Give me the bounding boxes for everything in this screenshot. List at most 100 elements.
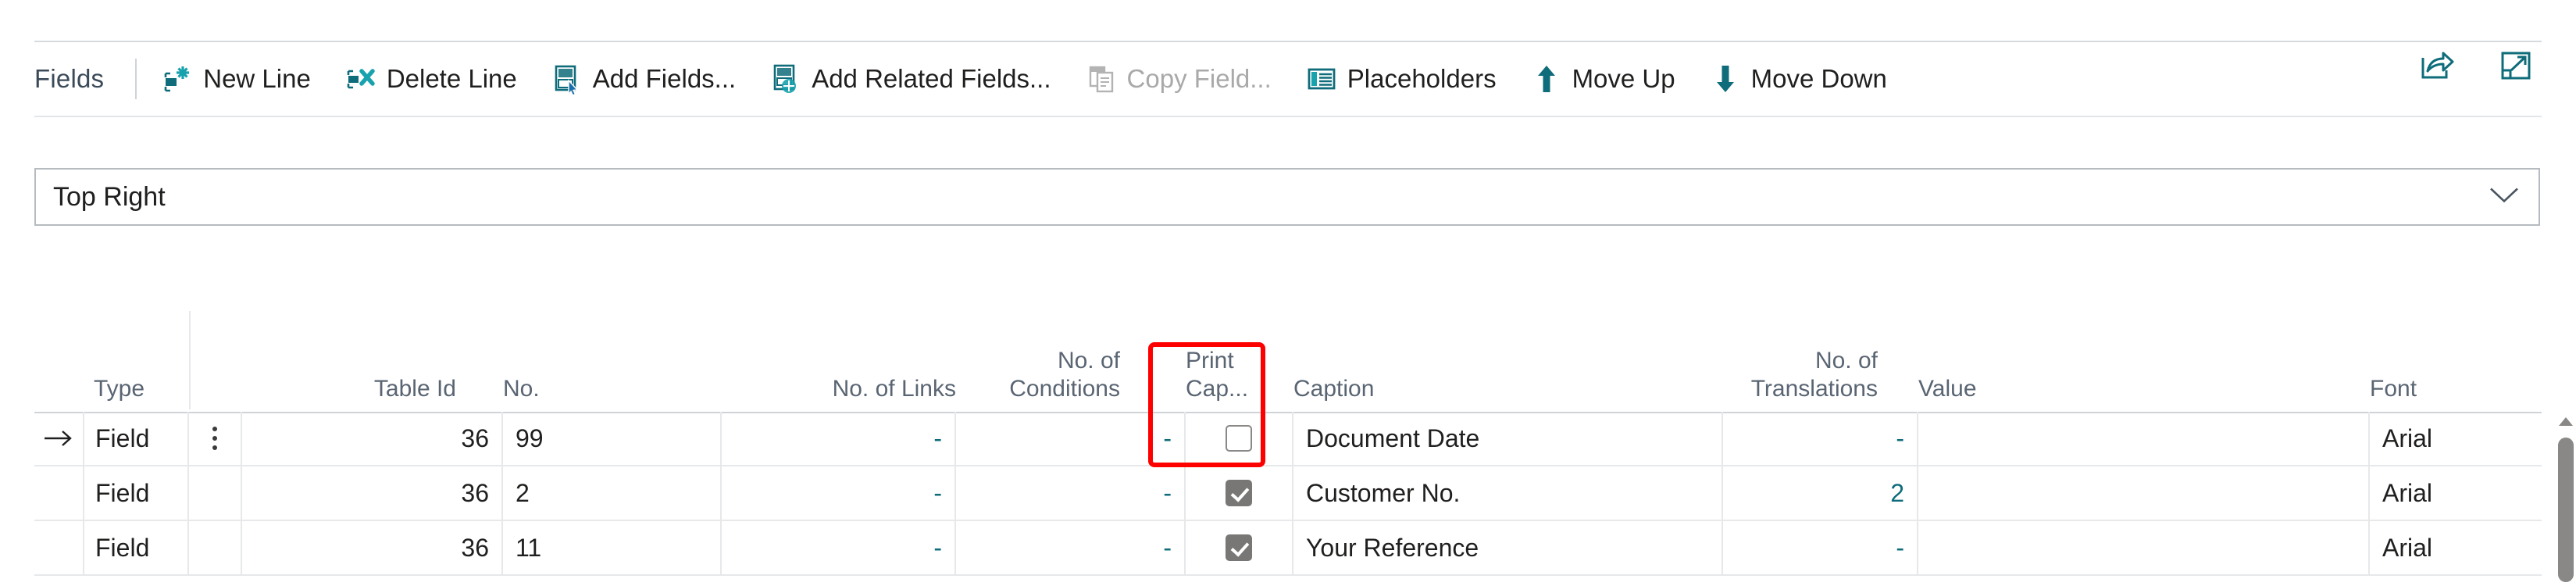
column-header-no-of-conditions-line2: Conditions — [1009, 376, 1120, 402]
add-fields-button[interactable]: Add Fields... — [536, 59, 751, 99]
cell-caption[interactable]: Your Reference — [1293, 521, 1723, 574]
cell-table-id[interactable]: 36 — [242, 412, 503, 465]
column-header-no-of-translations-line1: No. of — [1814, 347, 1878, 373]
delete-line-icon — [345, 63, 376, 95]
column-header-no[interactable]: No. — [503, 375, 597, 404]
move-down-button[interactable]: Move Down — [1694, 59, 1903, 99]
row-menu-button[interactable] — [189, 466, 242, 520]
add-related-fields-label: Add Related Fields... — [812, 64, 1051, 93]
cell-no-of-translations-value: - — [1896, 423, 1904, 452]
column-header-print-caption[interactable]: Print Cap... — [1186, 347, 1287, 404]
cell-no-of-translations[interactable]: 2 — [1723, 466, 1918, 520]
cell-caption[interactable]: Customer No. — [1293, 466, 1723, 520]
cell-no-of-links-value: - — [933, 423, 942, 452]
column-header-no-of-translations[interactable]: No. of Translations — [1597, 347, 1878, 404]
column-header-print-caption-line1: Print — [1186, 347, 1234, 373]
cell-table-id[interactable]: 36 — [242, 466, 503, 520]
cell-print-caption[interactable] — [1186, 466, 1293, 520]
scrollbar-thumb[interactable] — [2558, 438, 2574, 582]
arrow-up-icon — [1531, 63, 1562, 95]
cell-font[interactable]: Arial — [2370, 412, 2576, 465]
toolbar-separator — [135, 59, 137, 99]
cell-no-of-links-value: - — [933, 478, 942, 507]
table-row[interactable]: Field 36 11 - - Your Reference - Arial — [34, 521, 2542, 576]
cell-no-of-conditions[interactable]: - — [956, 521, 1186, 574]
cell-no-of-links[interactable]: - — [722, 521, 956, 574]
section-select-value: Top Right — [53, 181, 166, 212]
copy-field-icon — [1086, 63, 1117, 95]
new-line-icon — [162, 63, 193, 95]
move-up-label: Move Up — [1572, 64, 1675, 93]
row-menu-button[interactable] — [189, 412, 242, 465]
column-header-table-id[interactable]: Table Id — [316, 375, 456, 404]
delete-line-label: Delete Line — [386, 64, 517, 93]
cell-print-caption[interactable] — [1186, 412, 1293, 465]
table-row[interactable]: Field 36 2 - - Customer No. 2 Arial — [34, 466, 2542, 521]
copy-field-label: Copy Field... — [1126, 64, 1272, 93]
kebab-menu-icon — [212, 427, 217, 450]
column-header-caption[interactable]: Caption — [1293, 375, 1528, 404]
cell-font[interactable]: Arial — [2370, 521, 2576, 574]
cell-type[interactable]: Field — [83, 521, 189, 574]
section-select[interactable]: Top Right — [34, 168, 2540, 226]
cell-no-of-translations[interactable]: - — [1723, 412, 1918, 465]
table-row[interactable]: Field 36 99 - - Document Date - Arial — [34, 412, 2542, 466]
column-header-no-of-translations-line2: Translations — [1750, 376, 1878, 402]
move-down-label: Move Down — [1750, 64, 1887, 93]
cell-type[interactable]: Field — [83, 412, 189, 465]
cell-no-of-conditions-value: - — [1163, 423, 1172, 452]
cell-table-id[interactable]: 36 — [242, 521, 503, 574]
column-header-type[interactable]: Type — [94, 375, 187, 404]
share-icon[interactable] — [2418, 47, 2454, 83]
row-selection-indicator — [34, 412, 84, 465]
cell-no-of-links[interactable]: - — [722, 412, 956, 465]
column-header-value[interactable]: Value — [1918, 375, 2075, 404]
cell-font[interactable]: Arial — [2370, 466, 2576, 520]
cell-no[interactable]: 2 — [503, 466, 722, 520]
fields-toolbar: Fields New Line Delete Line Add Fields..… — [0, 42, 2576, 116]
placeholders-button[interactable]: Placeholders — [1290, 59, 1512, 99]
cell-no-of-links[interactable]: - — [722, 466, 956, 520]
open-in-new-window-icon[interactable] — [2498, 47, 2534, 83]
column-header-print-caption-line2: Cap... — [1186, 376, 1249, 402]
new-line-button[interactable]: New Line — [146, 59, 326, 99]
cell-no-of-translations[interactable]: - — [1723, 521, 1918, 574]
placeholders-label: Placeholders — [1347, 64, 1497, 93]
grid-scrollbar[interactable] — [2556, 413, 2576, 586]
placeholders-icon — [1306, 63, 1337, 95]
copy-field-button: Copy Field... — [1070, 59, 1287, 99]
add-related-fields-button[interactable]: Add Related Fields... — [755, 59, 1066, 99]
fields-grid: Type Table Id No. No. of Links No. of Co… — [34, 306, 2542, 576]
fields-subpage: Fields New Line Delete Line Add Fields..… — [0, 0, 2576, 586]
cell-type[interactable]: Field — [83, 466, 189, 520]
row-menu-button[interactable] — [189, 521, 242, 574]
cell-no-of-conditions[interactable]: - — [956, 466, 1186, 520]
cell-value[interactable] — [1918, 466, 2370, 520]
cell-no-of-translations-value: 2 — [1890, 478, 1904, 507]
cell-no-of-conditions-value: - — [1163, 478, 1172, 507]
scroll-up-arrow-icon[interactable] — [2559, 417, 2573, 426]
column-header-font[interactable]: Font — [2370, 375, 2526, 404]
cell-no-of-translations-value: - — [1896, 533, 1904, 562]
row-selection-indicator — [34, 466, 84, 520]
column-header-no-of-conditions[interactable]: No. of Conditions — [839, 347, 1120, 404]
cell-caption[interactable]: Document Date — [1293, 412, 1723, 465]
print-caption-checkbox[interactable] — [1226, 534, 1252, 561]
cell-no-of-links-value: - — [933, 533, 942, 562]
move-up-button[interactable]: Move Up — [1515, 59, 1691, 99]
cell-no[interactable]: 11 — [503, 521, 722, 574]
arrow-down-icon — [1710, 63, 1741, 95]
row-selection-indicator — [34, 521, 84, 574]
print-caption-checkbox[interactable] — [1226, 425, 1252, 452]
cell-no-of-conditions[interactable]: - — [956, 412, 1186, 465]
cell-value[interactable] — [1918, 521, 2370, 574]
cell-print-caption[interactable] — [1186, 521, 1293, 574]
cell-value[interactable] — [1918, 412, 2370, 465]
column-header-no-of-conditions-line1: No. of — [1057, 347, 1120, 373]
print-caption-checkbox[interactable] — [1226, 480, 1252, 506]
chevron-down-icon[interactable] — [2489, 186, 2520, 209]
cell-no[interactable]: 99 — [503, 412, 722, 465]
toolbar-right-actions — [2418, 47, 2534, 83]
page-title: Fields — [34, 64, 105, 93]
delete-line-button[interactable]: Delete Line — [330, 59, 533, 99]
